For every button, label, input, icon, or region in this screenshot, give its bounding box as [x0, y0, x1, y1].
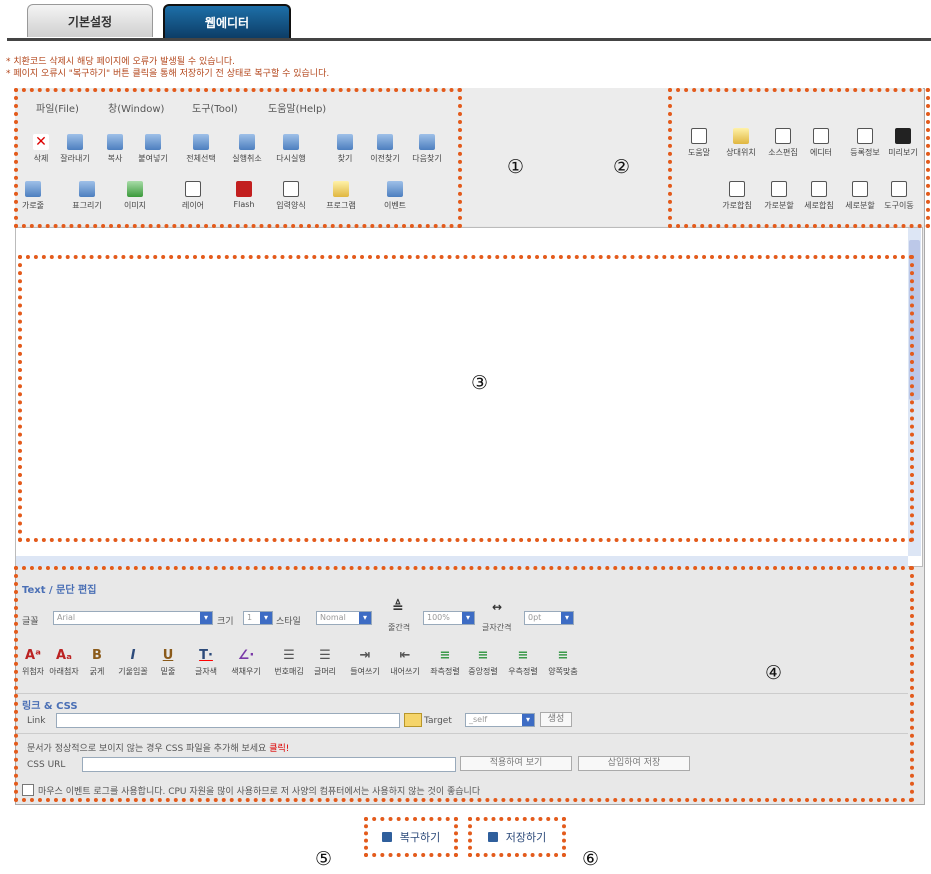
- marker-6: ⑥: [582, 848, 600, 870]
- annotation-box-2: [668, 88, 930, 228]
- annotation-box-6: [468, 817, 566, 857]
- marker-3: ③: [471, 372, 489, 394]
- marker-4: ④: [765, 662, 783, 684]
- annotation-box-1: [14, 88, 462, 228]
- tab-divider: [7, 38, 931, 41]
- annotation-box-3: [18, 255, 914, 542]
- marker-2: ②: [613, 156, 631, 178]
- tab-label: 기본설정: [67, 14, 113, 29]
- tab-web-editor[interactable]: 웹에디터: [163, 4, 291, 38]
- marker-5: ⑤: [315, 848, 333, 870]
- annotation-box-5: [364, 817, 458, 857]
- annotation-box-4: [14, 566, 914, 802]
- marker-1: ①: [507, 156, 525, 178]
- tab-basic-settings[interactable]: 기본설정: [27, 4, 153, 37]
- tab-label: 웹에디터: [204, 15, 250, 30]
- notice-line-2: * 페이지 오류시 "복구하기" 버튼 클릭을 통해 저장하기 전 상태로 복구…: [6, 69, 330, 79]
